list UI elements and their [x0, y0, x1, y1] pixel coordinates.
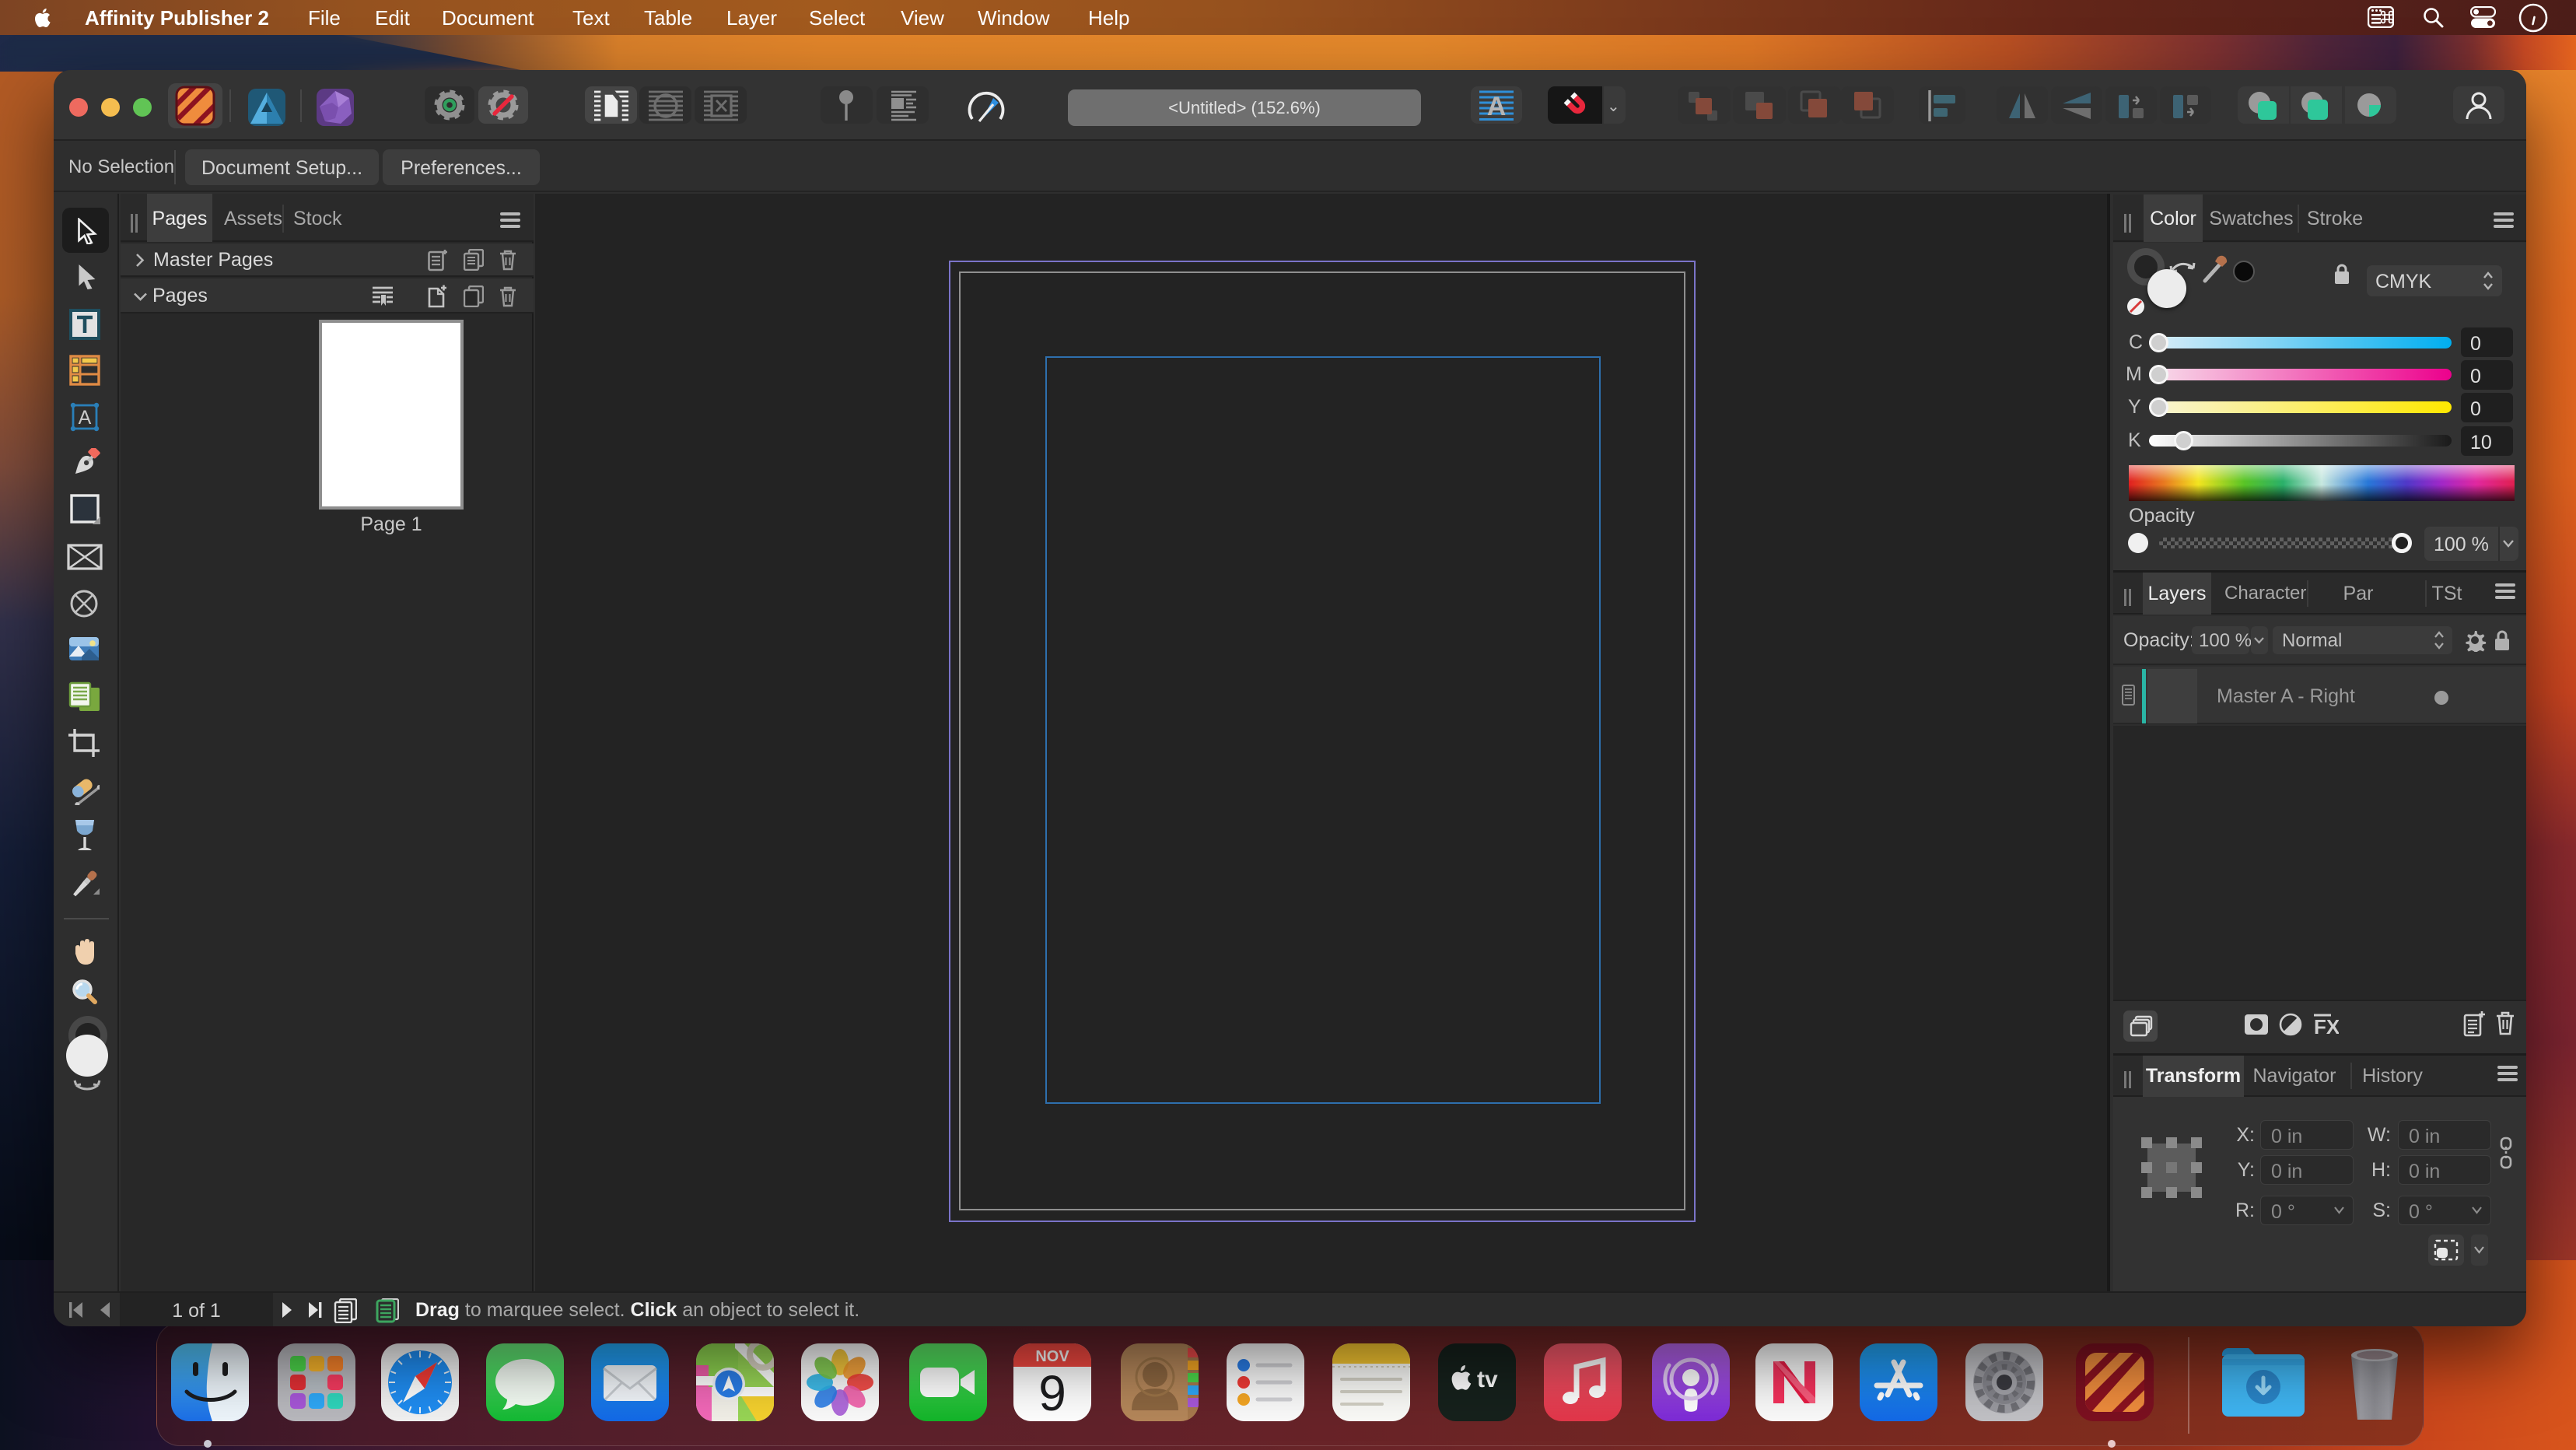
svg-text:NOV: NOV	[1035, 1348, 1069, 1365]
svg-text:A: A	[79, 407, 92, 429]
svg-text:A: A	[1487, 92, 1507, 121]
svg-text:FX: FX	[2314, 1015, 2339, 1037]
svg-text:9: 9	[1038, 1365, 1066, 1421]
svg-text:tv: tv	[1477, 1367, 1498, 1392]
